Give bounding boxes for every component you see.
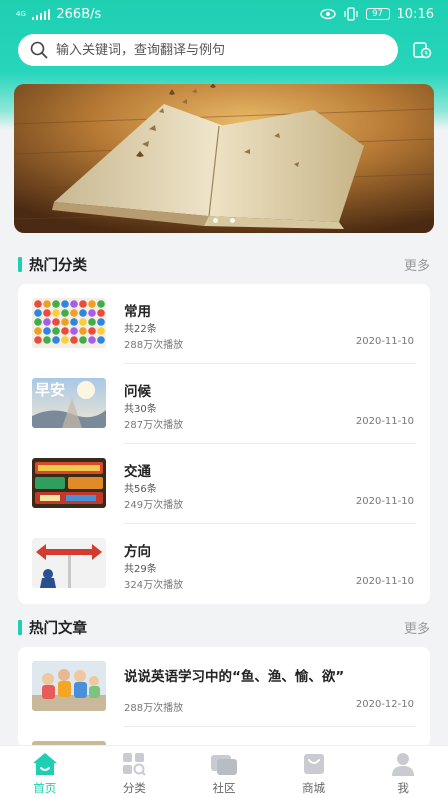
item-title: 问候 — [124, 384, 151, 400]
article-title: 说说英语学习中的“鱼、渔、愉、欲” — [124, 669, 345, 685]
tab-category[interactable]: 分类 — [90, 746, 180, 798]
section-accent-bar — [18, 256, 22, 272]
signal-icon — [31, 8, 51, 20]
thumbnail-greeting-text: 早安 — [35, 381, 66, 399]
item-count: 共29条 — [124, 564, 157, 575]
eye-icon — [319, 8, 336, 20]
hot-categories-header: 热门分类 更多 — [18, 254, 430, 274]
carousel-dot[interactable] — [213, 218, 218, 223]
tab-profile[interactable]: 我 — [358, 746, 448, 798]
section-accent-bar — [18, 619, 22, 635]
tab-label: 商城 — [302, 781, 326, 795]
community-icon — [210, 755, 237, 775]
item-plays: 288万次播放 — [124, 340, 184, 351]
section-title: 热门文章 — [29, 620, 87, 637]
network-speed: 266B/s — [56, 6, 102, 22]
item-plays: 249万次播放 — [124, 500, 184, 511]
more-link[interactable]: 更多 — [404, 255, 430, 274]
item-date: 2020-11-10 — [355, 496, 414, 507]
article-plays: 288万次播放 — [124, 703, 184, 714]
tab-label: 我 — [397, 781, 409, 795]
battery-level: 97 — [372, 9, 383, 19]
item-date: 2020-11-10 — [355, 576, 414, 587]
hot-articles-card: 说说英语学习中的“鱼、渔、愉、欲” 288万次播放 2020-12-10 — [18, 647, 430, 747]
more-link[interactable]: 更多 — [404, 618, 430, 637]
status-time: 10:16 — [396, 6, 434, 22]
home-icon — [32, 753, 57, 775]
tab-community[interactable]: 社区 — [179, 746, 269, 798]
list-item[interactable]: 早安 问候 共30条 287万次播放 2020-11-10 — [32, 364, 416, 444]
open-book-image — [14, 84, 434, 233]
tab-home[interactable]: 首页 — [0, 746, 90, 798]
carousel-dots — [14, 218, 434, 223]
thumbnail-direction — [32, 538, 106, 588]
hot-articles-header: 热门文章 更多 — [18, 617, 430, 637]
search-box[interactable] — [18, 34, 398, 66]
article-date: 2020-12-10 — [355, 699, 414, 710]
item-date: 2020-11-10 — [355, 416, 414, 427]
article-item[interactable]: 说说英语学习中的“鱼、渔、愉、欲” 288万次播放 2020-12-10 — [32, 647, 416, 727]
history-button[interactable] — [410, 38, 434, 62]
item-plays: 287万次播放 — [124, 420, 184, 431]
status-bar: 4G 266B/s 97 10:16 — [0, 0, 448, 28]
thumbnail-greeting: 早安 — [32, 378, 106, 428]
category-icon — [123, 753, 147, 776]
thumbnail-transport — [32, 458, 106, 508]
item-count: 共56条 — [124, 484, 157, 495]
thumbnail-common — [32, 298, 106, 348]
tab-label: 分类 — [122, 781, 146, 795]
item-title: 常用 — [124, 304, 151, 320]
vibrate-icon — [343, 7, 358, 21]
item-plays: 324万次播放 — [124, 580, 184, 591]
list-item[interactable]: 常用 共22条 288万次播放 2020-11-10 — [32, 284, 416, 364]
list-item[interactable]: 交通 共56条 249万次播放 2020-11-10 — [32, 444, 416, 524]
divider — [124, 726, 416, 727]
item-date: 2020-11-10 — [355, 336, 414, 347]
hot-categories-card: 常用 共22条 288万次播放 2020-11-10 早安 问候 共30条 28… — [18, 284, 430, 604]
shop-icon — [303, 754, 324, 774]
bottom-tab-bar: 首页 分类 社区 商城 我 — [0, 745, 448, 798]
list-item[interactable]: 方向 共29条 324万次播放 2020-11-10 — [32, 524, 416, 604]
tab-shop[interactable]: 商城 — [269, 746, 359, 798]
history-icon — [413, 42, 432, 59]
search-input[interactable] — [56, 42, 376, 58]
section-title: 热门分类 — [29, 257, 87, 274]
item-count: 共22条 — [124, 324, 157, 335]
search-row — [18, 34, 434, 66]
item-title: 方向 — [124, 544, 151, 560]
battery-icon: 97 — [365, 8, 390, 20]
profile-icon — [392, 753, 415, 776]
search-icon — [30, 41, 48, 59]
tab-label: 首页 — [33, 781, 57, 795]
carousel-dot[interactable] — [230, 218, 235, 223]
item-title: 交通 — [124, 464, 151, 480]
tab-label: 社区 — [212, 781, 236, 795]
item-count: 共30条 — [124, 404, 157, 415]
network-type: 4G — [16, 9, 26, 18]
banner-carousel[interactable] — [14, 84, 434, 233]
thumbnail-article-family — [32, 661, 106, 711]
